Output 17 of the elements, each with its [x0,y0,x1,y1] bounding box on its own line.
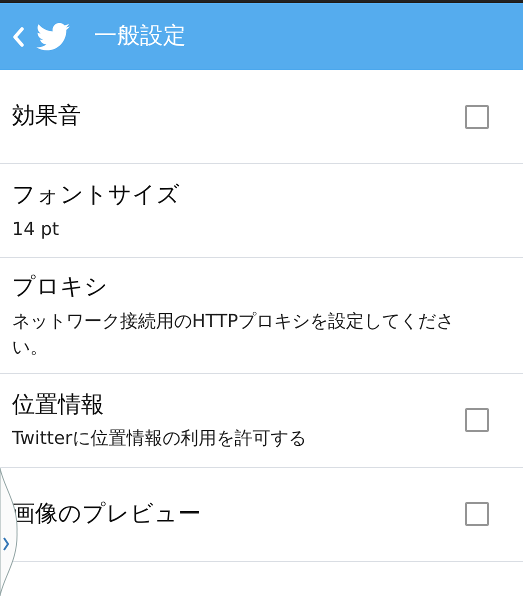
settings-row[interactable]: フォントサイズ 14 pt [0,164,523,258]
setting-summary: ネットワーク接続用のHTTPプロキシを設定してください。 [12,310,456,360]
settings-row[interactable]: プロキシ ネットワーク接続用のHTTPプロキシを設定してください。 [0,258,523,374]
setting-title: 効果音 [12,102,82,132]
settings-row[interactable]: 効果音 [0,70,523,164]
setting-summary: Twitterに位置情報の利用を許可する [12,427,308,452]
checkbox[interactable] [465,502,489,526]
settings-row[interactable]: 位置情報 Twitterに位置情報の利用を許可する [0,374,523,468]
checkbox[interactable] [465,408,489,432]
setting-title: フォントサイズ [12,181,181,210]
checkbox[interactable] [465,104,489,128]
screen-title: 一般設定 [94,22,186,52]
setting-summary: 14 pt [12,218,60,242]
setting-title: プロキシ [12,273,109,302]
setting-title: 位置情報 [12,390,105,420]
back-icon[interactable] [12,26,24,46]
bird-icon [36,22,70,50]
